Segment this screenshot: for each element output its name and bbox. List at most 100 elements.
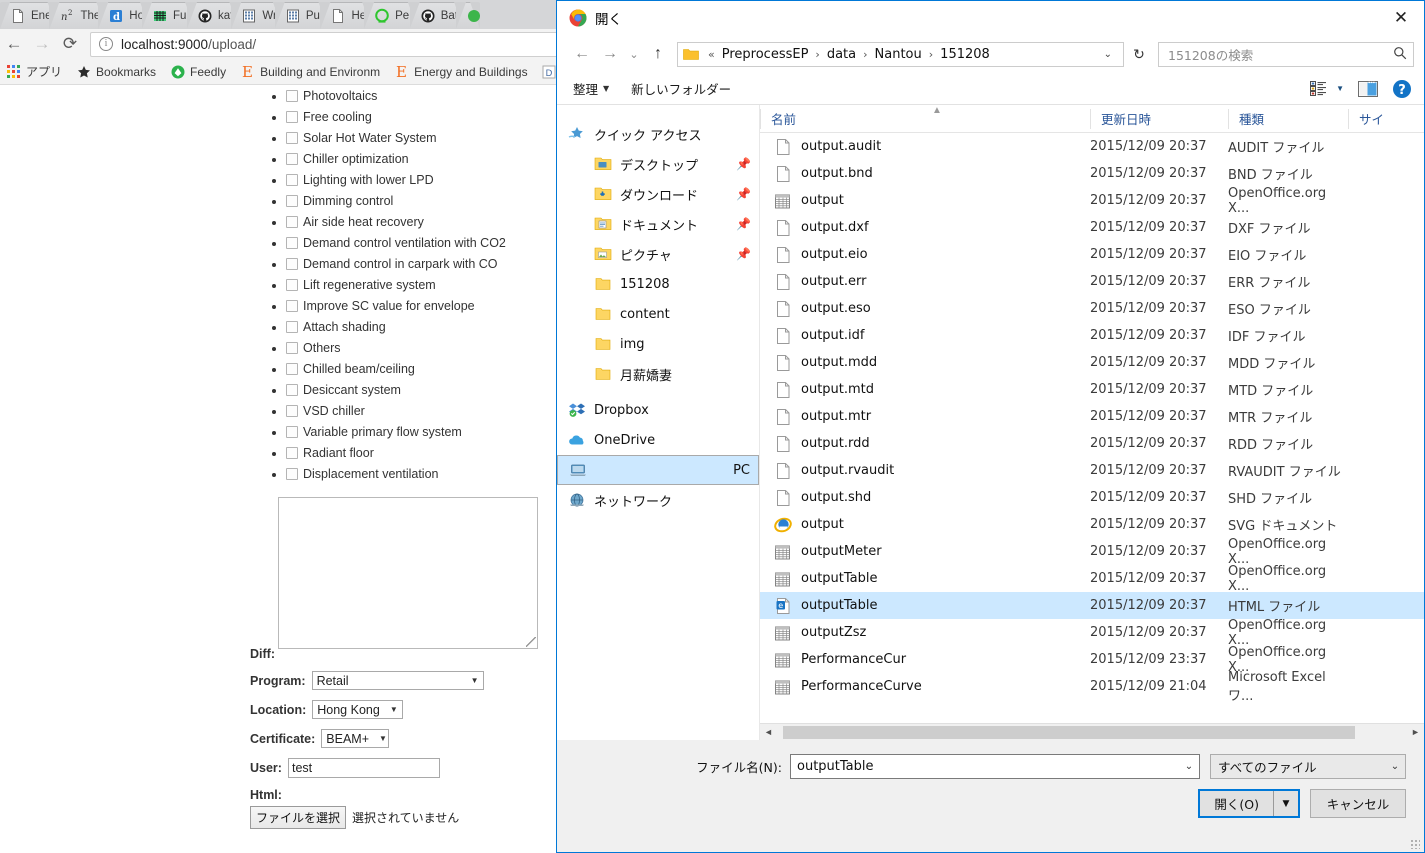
chevron-down-icon[interactable]: ⌄ (1179, 761, 1199, 772)
cancel-button[interactable]: キャンセル (1310, 789, 1406, 818)
measure-checkbox[interactable] (286, 468, 298, 480)
bookmark-feedly[interactable]: Feedly (170, 64, 226, 79)
table-row[interactable]: output.mtd 2015/12/09 20:37 MTD ファイル (760, 376, 1424, 403)
measure-checkbox[interactable] (286, 153, 298, 165)
scroll-left-icon[interactable]: ◄ (760, 727, 777, 737)
bookmark-apps[interactable]: アプリ (6, 63, 62, 80)
horizontal-scrollbar[interactable]: ◄ ► (760, 723, 1424, 740)
certificate-select[interactable]: BEAM+ ▼ (321, 729, 390, 748)
table-row[interactable]: output.eio 2015/12/09 20:37 EIO ファイル (760, 241, 1424, 268)
column-header-name[interactable]: 名前 (760, 108, 1090, 129)
organize-button[interactable]: 整理 ▼ (573, 79, 609, 98)
measure-checkbox[interactable] (286, 342, 298, 354)
sidebar-item-documents[interactable]: ドキュメント 📌 (557, 209, 759, 239)
bookmark-bookmarks[interactable]: Bookmarks (76, 64, 156, 79)
sidebar-item-151208[interactable]: 151208 (557, 269, 759, 299)
choose-file-button[interactable]: ファイルを選択 (250, 806, 347, 829)
sidebar-item-downloads[interactable]: ダウンロード 📌 (557, 179, 759, 209)
table-row-selected[interactable]: e outputTable 2015/12/09 20:37 HTML ファイル (760, 592, 1424, 619)
resize-grip-icon[interactable] (1410, 839, 1420, 849)
breadcrumb-separator[interactable]: › (859, 48, 871, 61)
sidebar-item-dropbox[interactable]: Dropbox (557, 395, 759, 425)
column-header-date[interactable]: 更新日時 (1090, 108, 1228, 129)
measure-checkbox[interactable] (286, 279, 298, 291)
breadcrumb-separator[interactable]: › (811, 48, 823, 61)
resize-grip-icon[interactable] (526, 637, 536, 647)
measure-checkbox[interactable] (286, 216, 298, 228)
table-row[interactable]: output.mdd 2015/12/09 20:37 MDD ファイル (760, 349, 1424, 376)
sidebar-item-folder-cjk[interactable]: 月薪嬌妻 (557, 359, 759, 389)
measure-checkbox[interactable] (286, 258, 298, 270)
table-row[interactable]: output.bnd 2015/12/09 20:37 BND ファイル (760, 160, 1424, 187)
sidebar-item-desktop[interactable]: デスクトップ 📌 (557, 149, 759, 179)
help-icon[interactable]: ? (1392, 79, 1412, 99)
refresh-icon[interactable]: ↻ (1126, 41, 1152, 67)
reload-icon[interactable]: ⟳ (56, 30, 84, 58)
breadcrumb-dropdown-icon[interactable]: ⌄ (1097, 49, 1119, 60)
recent-locations-icon[interactable]: ⌄ (625, 41, 643, 67)
chevron-down-icon[interactable]: ▼ (1274, 799, 1298, 809)
scrollbar-thumb[interactable] (783, 725, 1355, 739)
table-row[interactable]: outputTable 2015/12/09 20:37 OpenOffice.… (760, 564, 1424, 594)
breadcrumb-item[interactable]: PreprocessEP (719, 47, 812, 62)
table-row[interactable]: output 2015/12/09 20:37 OpenOffice.org X… (760, 186, 1424, 216)
measure-checkbox[interactable] (286, 195, 298, 207)
column-header-type[interactable]: 種類 (1228, 108, 1348, 129)
pin-icon[interactable]: 📌 (736, 187, 751, 201)
browser-tab[interactable] (456, 2, 481, 29)
up-arrow-icon[interactable]: ↑ (645, 41, 671, 67)
preview-pane-icon[interactable] (1358, 80, 1378, 97)
breadcrumb-item[interactable]: data (824, 47, 859, 62)
table-row[interactable]: PerformanceCurve 2015/12/09 21:04 Micros… (760, 670, 1424, 704)
measure-checkbox[interactable] (286, 300, 298, 312)
open-button[interactable]: 開く(O) ▼ (1198, 789, 1300, 818)
measure-checkbox[interactable] (286, 384, 298, 396)
table-row[interactable]: output.rvaudit 2015/12/09 20:37 RVAUDIT … (760, 457, 1424, 484)
sidebar-item-pc[interactable]: PC (557, 455, 759, 485)
measure-checkbox[interactable] (286, 363, 298, 375)
back-arrow-icon[interactable]: ← (0, 30, 28, 58)
measure-checkbox[interactable] (286, 132, 298, 144)
sidebar-item-quick-access[interactable]: クイック アクセス (557, 119, 759, 149)
forward-arrow-icon[interactable]: → (597, 41, 623, 67)
file-type-filter-select[interactable]: すべてのファイル ⌄ (1210, 754, 1406, 779)
close-icon[interactable]: ✕ (1378, 1, 1424, 35)
measure-checkbox[interactable] (286, 237, 298, 249)
scroll-right-icon[interactable]: ► (1407, 727, 1424, 737)
sidebar-item-onedrive[interactable]: OneDrive (557, 425, 759, 455)
table-row[interactable]: output.mtr 2015/12/09 20:37 MTR ファイル (760, 403, 1424, 430)
table-row[interactable]: output.err 2015/12/09 20:37 ERR ファイル (760, 268, 1424, 295)
measure-checkbox[interactable] (286, 447, 298, 459)
sidebar-item-content[interactable]: content (557, 299, 759, 329)
table-row[interactable]: output.audit 2015/12/09 20:37 AUDIT ファイル (760, 133, 1424, 160)
breadcrumb[interactable]: « PreprocessEP › data › Nantou › 151208 … (677, 41, 1124, 67)
breadcrumb-item[interactable]: Nantou (872, 47, 925, 62)
location-select[interactable]: Hong Kong ▼ (312, 700, 403, 719)
bookmark-energy-and-buildings[interactable]: E Energy and Buildings (394, 64, 528, 80)
view-list-icon[interactable]: ▼ (1310, 81, 1344, 96)
table-row[interactable]: outputZsz 2015/12/09 20:37 OpenOffice.or… (760, 618, 1424, 648)
back-arrow-icon[interactable]: ← (569, 41, 595, 67)
table-row[interactable]: outputMeter 2015/12/09 20:37 OpenOffice.… (760, 537, 1424, 567)
table-row[interactable]: output.idf 2015/12/09 20:37 IDF ファイル (760, 322, 1424, 349)
user-input[interactable]: test (287, 758, 440, 778)
measure-checkbox[interactable] (286, 174, 298, 186)
table-row[interactable]: output.dxf 2015/12/09 20:37 DXF ファイル (760, 214, 1424, 241)
table-row[interactable]: output.rdd 2015/12/09 20:37 RDD ファイル (760, 430, 1424, 457)
breadcrumb-item[interactable]: 151208 (937, 47, 993, 62)
breadcrumb-separator[interactable]: › (925, 48, 937, 61)
bookmark-building-and-environment[interactable]: E Building and Environm (240, 64, 381, 80)
table-row[interactable]: output.shd 2015/12/09 20:37 SHD ファイル (760, 484, 1424, 511)
measure-checkbox[interactable] (286, 426, 298, 438)
forward-arrow-icon[interactable]: → (28, 30, 56, 58)
sidebar-item-pictures[interactable]: ピクチャ 📌 (557, 239, 759, 269)
site-info-icon[interactable]: i (99, 37, 113, 51)
measure-checkbox[interactable] (286, 405, 298, 417)
pin-icon[interactable]: 📌 (736, 247, 751, 261)
table-row[interactable]: output 2015/12/09 20:37 SVG ドキュメント (760, 511, 1424, 538)
measure-checkbox[interactable] (286, 111, 298, 123)
sidebar-item-network[interactable]: ネットワーク (557, 485, 759, 515)
file-list[interactable]: output.audit 2015/12/09 20:37 AUDIT ファイル… (760, 133, 1424, 723)
scrollbar-track[interactable] (777, 723, 1407, 740)
search-input[interactable]: 151208の検索 (1158, 41, 1414, 67)
